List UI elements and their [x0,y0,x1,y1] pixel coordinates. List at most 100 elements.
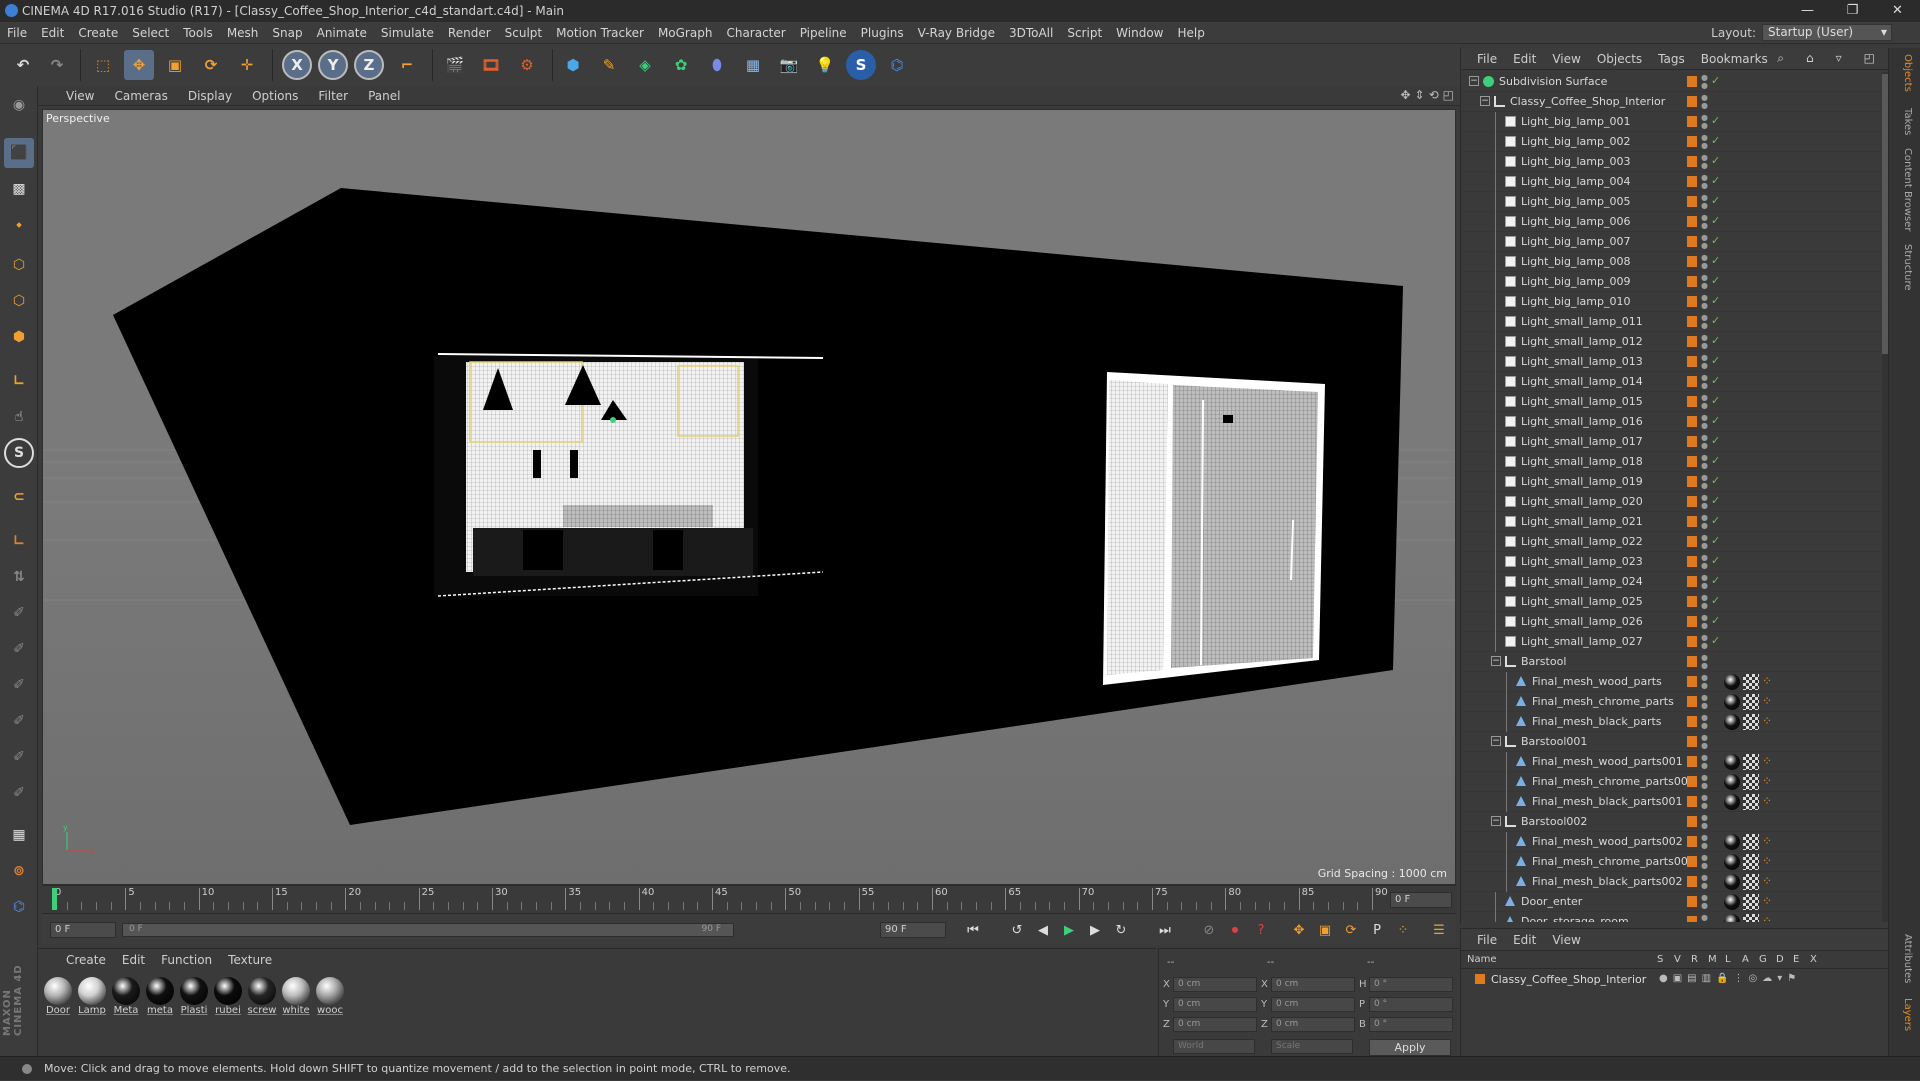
layer-color-tag[interactable] [1687,356,1697,367]
grid-snap-icon[interactable]: ▦ [4,820,34,850]
viewport-menu-panel[interactable]: Panel [358,89,410,103]
visibility-dots-icon[interactable]: ●● [1701,154,1711,170]
visibility-dots-icon[interactable]: ●● [1701,474,1711,490]
tab-structure[interactable]: Structure [1895,244,1913,291]
layer-color-tag[interactable] [1687,176,1697,187]
layer-name[interactable]: Classy_Coffee_Shop_Interior [1491,973,1646,986]
visibility-dots-icon[interactable]: ●● [1701,814,1711,830]
viewport-menu-display[interactable]: Display [178,89,242,103]
make-editable-icon[interactable]: ◉ [4,90,34,120]
expand-toggle-icon[interactable]: − [1491,656,1501,666]
y-axis-lock-icon[interactable]: Y [318,50,348,80]
apply-button[interactable]: Apply [1369,1039,1451,1056]
current-frame-field[interactable]: 0 F [1390,892,1452,908]
layer-row[interactable]: Classy_Coffee_Shop_Interior ●▣▤▥🔒⋮◎☁▾⚑ [1461,971,1889,989]
object-name[interactable]: Light_small_lamp_023 [1521,555,1643,568]
object-name[interactable]: Final_mesh_black_parts002 [1532,875,1683,888]
goto-start-icon[interactable]: ⏮ [962,919,984,941]
undo-icon[interactable]: ↶ [8,50,38,80]
menu-snap[interactable]: Snap [265,26,309,40]
object-name[interactable]: Light_small_lamp_018 [1521,455,1643,468]
rotation-p-field[interactable]: 0 ° [1369,997,1453,1012]
coordinate-space-dropdown[interactable]: World [1173,1039,1255,1054]
visibility-dots-icon[interactable]: ●● [1701,354,1711,370]
object-name[interactable]: Door_storage_room [1521,915,1629,922]
move-tool-icon[interactable]: ✥ [124,50,154,80]
object-row[interactable]: Light_big_lamp_006 ● ● ✓ [1461,212,1885,232]
menu-plugins[interactable]: Plugins [854,26,911,40]
object-row[interactable]: Light_big_lamp_010 ● ● ✓ [1461,292,1885,312]
object-row[interactable]: Door_enter ● ● ⁘ [1461,892,1885,912]
object-row[interactable]: Light_small_lamp_013 ● ● ✓ [1461,352,1885,372]
layers-menu-edit[interactable]: Edit [1505,933,1544,947]
uvw-tag-icon[interactable] [1743,834,1759,850]
object-row[interactable]: Final_mesh_chrome_parts002 ● ● ⁘ [1461,852,1885,872]
object-row[interactable]: Light_big_lamp_003 ● ● ✓ [1461,152,1885,172]
material-swatch[interactable]: meta [144,977,176,1016]
object-name[interactable]: Light_big_lamp_002 [1521,135,1630,148]
parameter-key-icon[interactable]: P [1366,919,1388,941]
deformer-icon[interactable]: ⬮ [702,50,732,80]
object-name[interactable]: Light_big_lamp_008 [1521,255,1630,268]
object-name[interactable]: Light_big_lamp_004 [1521,175,1630,188]
object-row[interactable]: Light_big_lamp_007 ● ● ✓ [1461,232,1885,252]
knife-icon[interactable]: ✐ [4,778,34,808]
redo-icon[interactable]: ↷ [42,50,72,80]
object-row[interactable]: Final_mesh_wood_parts ● ● ⁘ [1461,672,1885,692]
enabled-check-icon[interactable]: ✓ [1711,414,1720,427]
object-name[interactable]: Light_big_lamp_007 [1521,235,1630,248]
material-tag-icon[interactable] [1724,794,1740,810]
menu-edit[interactable]: Edit [34,26,71,40]
object-name[interactable]: Barstool001 [1521,735,1587,748]
object-row[interactable]: Light_big_lamp_009 ● ● ✓ [1461,272,1885,292]
tab-objects[interactable]: Objects [1895,54,1913,92]
phong-tag-icon[interactable]: ⁘ [1762,874,1778,890]
material-swatch[interactable]: rubei [212,977,244,1016]
layer-color-tag[interactable] [1687,756,1697,767]
visibility-dots-icon[interactable]: ●● [1701,94,1711,110]
layer-color-tag[interactable] [1687,496,1697,507]
object-name[interactable]: Final_mesh_wood_parts001 [1532,755,1683,768]
menu-pipeline[interactable]: Pipeline [793,26,854,40]
object-row[interactable]: − Barstool002 ● ● [1461,812,1885,832]
layer-color-tag[interactable] [1687,676,1697,687]
previous-frame-icon[interactable]: ◀ [1032,919,1054,941]
object-row[interactable]: Light_small_lamp_017 ● ● ✓ [1461,432,1885,452]
layer-color-tag[interactable] [1687,656,1697,667]
light-icon[interactable]: 💡 [810,50,840,80]
object-row[interactable]: Final_mesh_chrome_parts ● ● ⁘ [1461,692,1885,712]
enabled-check-icon[interactable]: ✓ [1711,374,1720,387]
viewport-maximize-icon[interactable]: ◰ [1443,88,1454,102]
object-row[interactable]: Light_small_lamp_027 ● ● ✓ [1461,632,1885,652]
visibility-dots-icon[interactable]: ●● [1701,914,1711,923]
object-name[interactable]: Light_small_lamp_026 [1521,615,1643,628]
object-name[interactable]: Light_big_lamp_006 [1521,215,1630,228]
phong-tag-icon[interactable]: ⁘ [1762,774,1778,790]
paint-brush-icon[interactable]: ✐ [4,670,34,700]
enabled-check-icon[interactable]: ✓ [1711,554,1720,567]
layer-color-tag[interactable] [1687,396,1697,407]
material-tag-icon[interactable] [1724,674,1740,690]
objects-menu-file[interactable]: File [1469,52,1505,66]
visibility-dots-icon[interactable]: ●● [1701,874,1711,890]
cube-primitive-icon[interactable]: ⬢ [558,50,588,80]
material-menu-edit[interactable]: Edit [114,953,153,967]
object-row[interactable]: − Classy_Coffee_Shop_Interior ● ● [1461,92,1885,112]
position-key-icon[interactable]: ✥ [1288,919,1310,941]
position-y-field[interactable]: 0 cm [1173,997,1257,1012]
phong-tag-icon[interactable]: ⁘ [1762,794,1778,810]
search-icon[interactable]: ⌕ [1769,51,1792,66]
viewport-pan-icon[interactable]: ✥ [1400,88,1410,102]
layer-color-tag[interactable] [1687,876,1697,887]
enable-snap-icon[interactable]: ⊂ [4,482,34,512]
visibility-dots-icon[interactable]: ●● [1701,574,1711,590]
menu-render[interactable]: Render [441,26,498,40]
next-key-icon[interactable]: ↻ [1110,919,1132,941]
material-swatch[interactable]: white [280,977,312,1016]
object-row[interactable]: Light_big_lamp_005 ● ● ✓ [1461,192,1885,212]
enabled-check-icon[interactable]: ✓ [1711,434,1720,447]
object-name[interactable]: Light_small_lamp_024 [1521,575,1643,588]
object-name[interactable]: Light_big_lamp_001 [1521,115,1630,128]
visibility-dots-icon[interactable]: ●● [1701,374,1711,390]
layout-dropdown[interactable]: Startup (User) [1762,24,1892,41]
